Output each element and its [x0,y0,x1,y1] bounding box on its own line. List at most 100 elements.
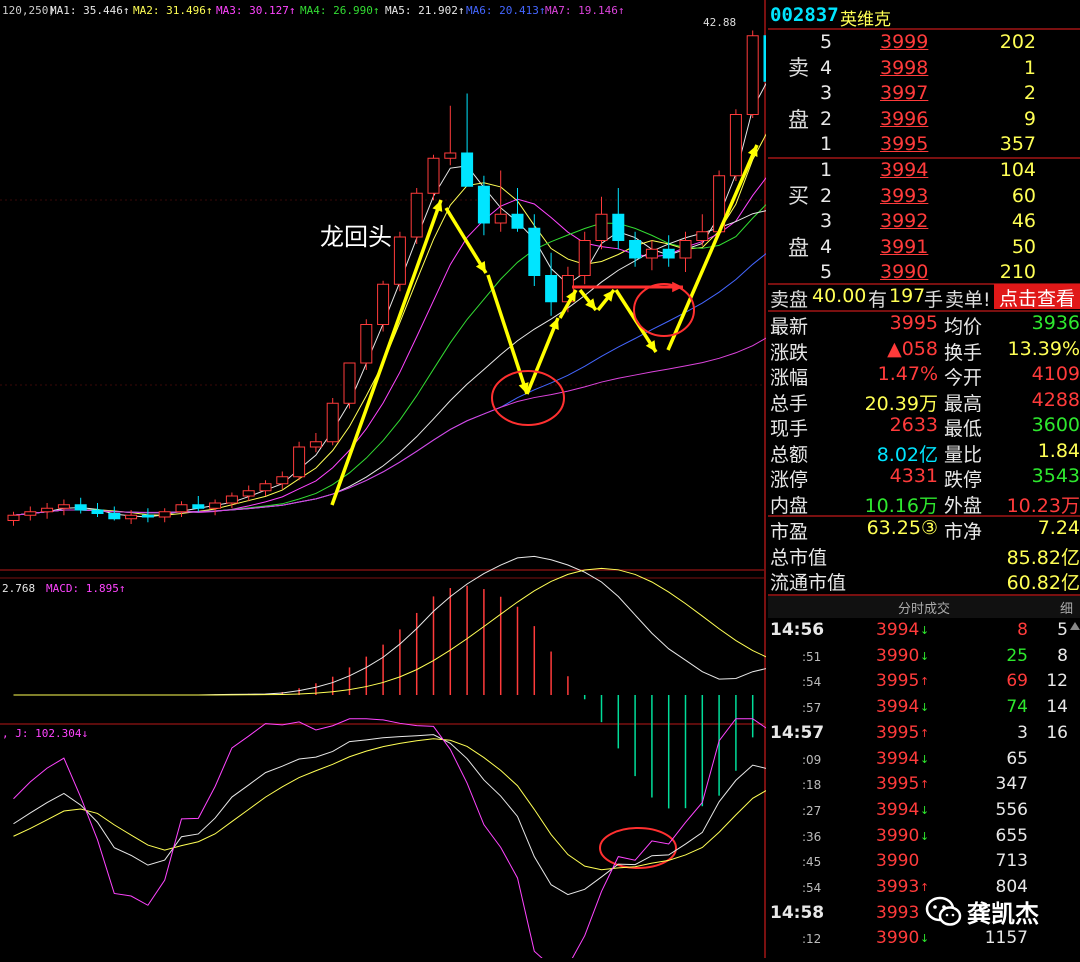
stat-value: 3995 [889,312,938,334]
ma6-label: MA6: 20.413↑ [466,4,545,17]
candle [209,499,222,516]
tick-price: 3994 [876,799,920,820]
ask-price: 3997 [880,82,929,104]
candle-body [91,509,104,514]
candle-body [612,213,625,241]
bid-level: 3 [820,210,833,232]
macd-indicator [13,555,771,809]
ma-params: 120,250) [2,4,55,17]
stat-row: 内盘 10.16万 外盘 10.23万 [768,491,1080,517]
tick-price: 3990 [876,645,920,666]
stock-name: 英维克 [840,10,891,30]
tick-direction-icon: ↑ [920,675,930,689]
stat-value: 4288 [1031,388,1080,411]
candle [612,188,625,250]
stock-title-bar: 002837 英维克 [768,0,1080,30]
ask-price: 3996 [880,107,929,130]
candle-body [125,514,138,520]
stat-label: 今开 [944,367,983,389]
tick-volume: 655 [995,825,1028,846]
view-orders-button[interactable]: 点击查看 [994,284,1080,310]
scroll-up-icon[interactable] [1070,622,1080,630]
tick-price: 3990 [876,851,920,872]
summary-ask-value: 40.00 [812,285,867,307]
candle-body [74,504,87,511]
tick-row: :54 3995 ↑ 69 12 [768,671,1080,697]
arrow-shaft [525,317,560,395]
candle-body [192,504,205,509]
valuation-value: 63.25③ [866,517,938,539]
candle-body [729,114,742,177]
valuation-value: 85.82亿 [1006,546,1080,569]
summary-ask-label: 卖盘 [770,289,809,311]
stat-value: 4331 [889,465,938,487]
tick-volume: 556 [995,799,1028,820]
tick-price: 3993 [876,902,920,923]
wechat-icon [925,896,962,926]
bid-price: 3990 [880,261,929,283]
valuation-row: 流通市值 60.82亿 [768,568,1080,594]
candle [461,93,474,187]
tick-direction-icon: ↓ [920,803,930,817]
summary-count: 197 [889,285,926,307]
candle [259,480,272,496]
tick-volume: 713 [995,851,1028,872]
candle [477,175,490,236]
tick-time: :09 [802,752,822,767]
stat-label: 内盘 [770,494,809,517]
kline-svg[interactable]: 120,250) MA1: 35.446↑ MA2: 31.496↑ MA3: … [0,0,776,962]
candle-body [259,483,272,492]
tick-row: :09 3994 ↓ 65 [768,749,1080,775]
tick-direction-icon: ↓ [920,829,930,843]
tick-time: :45 [802,855,822,870]
macd-label: MACD: 1.895↑ [46,582,125,595]
chart-area[interactable]: 120,250) MA1: 35.446↑ MA2: 31.496↑ MA3: … [0,0,776,962]
candle [595,196,608,250]
candle-body [158,511,171,518]
stat-label: 量比 [944,443,983,466]
stat-value: 4109 [1031,363,1080,385]
candle-body [461,152,474,187]
tick-row: :18 3995 ↑ 347 [768,774,1080,800]
candle-body [662,248,675,259]
stat-row: 最新 3995 均价 3936 [768,312,1080,338]
quote-stats: 最新 3995 均价 3936 涨跌 ▲058 换手 13.39% 涨幅 1.47% 今开 4109 总… [768,312,1080,517]
candlestick-series [7,30,776,526]
ma-line [13,250,770,516]
candle-body [494,213,507,224]
ma5-label: MA5: 21.902↑ [385,4,464,17]
stat-label: 跌停 [944,469,983,491]
stat-row: 涨跌 ▲058 换手 13.39% [768,338,1080,364]
valuation-value: 7.24 [1037,517,1080,539]
candle-body [41,507,54,513]
bid-volume: 46 [1011,210,1036,232]
candle [645,240,658,271]
valuation-label: 流通市值 [770,572,847,594]
candle-body [763,35,776,82]
kdj-d-line [13,738,770,871]
ask-book: 卖 盘 5 3999 202 4 3998 1 3 3997 2 2 3996 9 1 3995 357 [768,30,1080,158]
candle [7,511,20,526]
price-peak-label: 42.88 [703,16,736,29]
candle [511,188,524,232]
tick-count: 12 [1046,671,1068,692]
candle [629,231,642,267]
bid-price: 3991 [880,235,929,258]
tick-row: :36 3990 ↓ 655 [768,826,1080,852]
macd-dif-line [13,555,770,696]
tick-time: :36 [802,829,822,844]
candle-body [293,446,306,478]
stat-value: 3600 [1031,414,1080,436]
candle-body [511,213,524,229]
annotation-circle-low [491,370,565,426]
bid-level: 5 [820,261,833,283]
stat-row: 总手 20.39万 最高 4288 [768,388,1080,415]
ask-level: 3 [820,82,833,104]
tick-detail-tab[interactable]: 细 [1060,598,1073,617]
ma-line [13,335,770,516]
ma2-label: MA2: 31.496↑ [133,4,212,17]
tick-price: 3994 [876,748,920,769]
stat-row: 涨停 4331 跌停 3543 [768,465,1080,491]
stat-label: 最新 [770,316,809,338]
tick-direction-icon: ↓ [920,624,930,637]
